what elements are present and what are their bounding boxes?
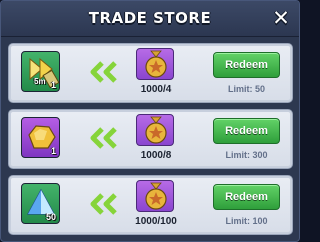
item-quantity: 1 xyxy=(50,146,56,156)
item-quantity: 1 xyxy=(50,80,56,90)
cost-progress: 1000/8 xyxy=(140,150,172,161)
close-icon[interactable]: ✕ xyxy=(269,6,293,30)
medal-icon-graphic xyxy=(145,50,167,78)
double-chevron-left-icon xyxy=(90,193,117,215)
trade-store-window: TRADE STORE ✕ 5m 1 1000/4 Redeem Limit: … xyxy=(0,0,300,242)
redeem-button[interactable]: Redeem xyxy=(213,184,280,210)
cost-progress: 1000/4 xyxy=(140,84,172,95)
gold-medal-token-icon xyxy=(136,180,174,212)
gold-medal-token-icon xyxy=(136,48,174,80)
offer-row: 1 1000/8 Redeem Limit: 300 xyxy=(8,109,293,169)
offer-item-slot: 50 xyxy=(21,183,60,224)
double-chevron-left-icon xyxy=(90,127,117,149)
medal-icon-graphic xyxy=(145,116,167,144)
page-title: TRADE STORE xyxy=(88,9,212,27)
cost-progress: 1000/100 xyxy=(135,216,177,227)
limit-label: Limit: 100 xyxy=(225,216,268,226)
limit-label: Limit: 300 xyxy=(225,150,268,160)
offer-row: 50 1000/100 Redeem Limit: 100 xyxy=(8,175,293,235)
item-duration-badge: 5m xyxy=(34,77,46,86)
item-quantity: 50 xyxy=(45,212,56,222)
double-chevron-left-icon xyxy=(90,61,117,83)
offer-item-slot: 5m 1 xyxy=(21,51,60,92)
redeem-button[interactable]: Redeem xyxy=(213,52,280,78)
redeem-button[interactable]: Redeem xyxy=(213,118,280,144)
offer-row: 5m 1 1000/4 Redeem Limit: 50 xyxy=(8,43,293,103)
limit-label: Limit: 50 xyxy=(227,84,265,94)
header: TRADE STORE ✕ xyxy=(1,1,299,37)
medal-icon-graphic xyxy=(145,182,167,210)
offer-item-slot: 1 xyxy=(21,117,60,158)
gold-medal-token-icon xyxy=(136,114,174,146)
